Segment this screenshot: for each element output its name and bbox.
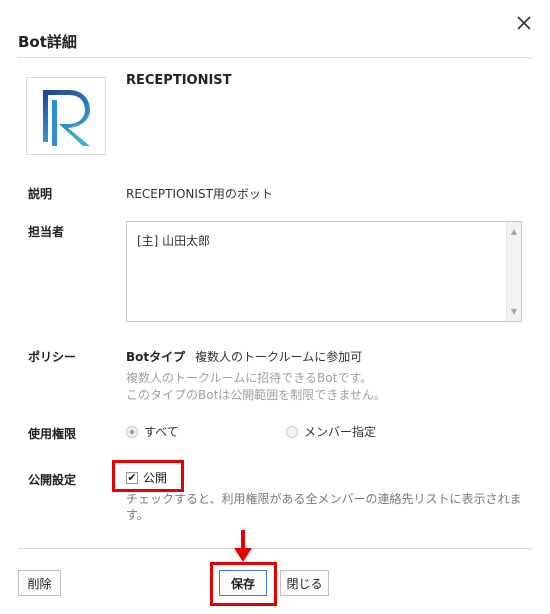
owner-textarea[interactable]: [主] 山田太郎 ▲ ▼ xyxy=(126,221,522,322)
public-checkbox-row[interactable]: ✔ 公開 xyxy=(126,469,167,486)
usage-option-members[interactable]: メンバー指定 xyxy=(286,423,376,440)
public-help-text: チェックすると、利用権限がある全メンバーの連絡先リストに表示されます。 xyxy=(126,492,522,522)
close-icon[interactable] xyxy=(515,14,533,32)
usage-label: 使用権限 xyxy=(28,427,77,441)
scroll-down-icon[interactable]: ▼ xyxy=(507,307,521,316)
description-label: 説明 xyxy=(28,187,53,201)
scroll-up-icon[interactable]: ▲ xyxy=(507,227,521,236)
public-checkbox-label: 公開 xyxy=(143,471,168,485)
arrow-down-icon xyxy=(234,530,252,562)
description-value: RECEPTIONIST用のボット xyxy=(126,187,273,201)
public-label: 公開設定 xyxy=(28,473,77,487)
header-divider xyxy=(18,57,532,58)
policy-type-value: 複数人のトークルームに参加可 xyxy=(194,350,363,364)
policy-label: ポリシー xyxy=(28,350,77,364)
usage-option-all[interactable]: すべて xyxy=(126,423,179,440)
footer-divider xyxy=(18,548,532,549)
policy-type-label: Botタイプ xyxy=(126,350,186,364)
save-button[interactable]: 保存 xyxy=(219,570,267,596)
bot-logo-image xyxy=(43,90,90,146)
bot-name: RECEPTIONIST xyxy=(126,73,232,88)
radio-members-icon[interactable] xyxy=(286,425,298,438)
delete-button[interactable]: 削除 xyxy=(18,570,61,596)
usage-option-all-label: すべて xyxy=(144,425,179,439)
policy-note-1: 複数人のトークルームに招待できるBotです。 xyxy=(126,371,373,385)
close-button[interactable]: 閉じる xyxy=(280,570,329,596)
owner-value: [主] 山田太郎 xyxy=(137,234,211,248)
policy-note-2: このタイプのBotは公開範囲を制限できません。 xyxy=(126,388,386,402)
public-checkbox[interactable]: ✔ xyxy=(126,471,138,484)
owner-scrollbar[interactable]: ▲ ▼ xyxy=(506,222,521,321)
dialog-title: Bot詳細 xyxy=(18,33,77,51)
usage-option-members-label: メンバー指定 xyxy=(304,425,377,439)
bot-logo xyxy=(26,77,106,155)
owner-label: 担当者 xyxy=(28,225,65,239)
policy-type-row: Botタイプ 複数人のトークルームに参加可 xyxy=(126,348,362,365)
radio-all-icon[interactable] xyxy=(126,425,138,438)
